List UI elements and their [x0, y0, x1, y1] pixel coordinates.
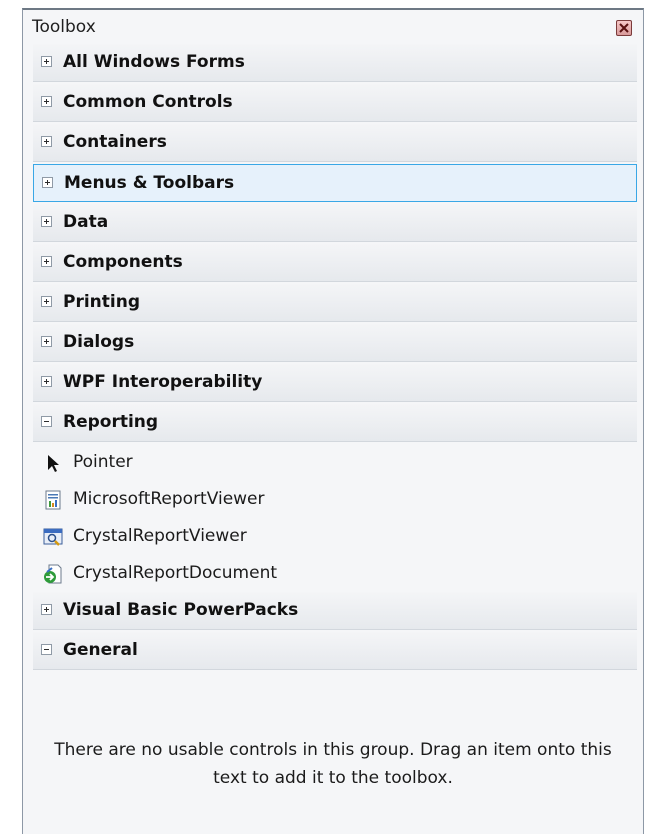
minus-expander-icon[interactable]	[41, 416, 52, 427]
group-label: Visual Basic PowerPacks	[63, 600, 299, 620]
group-label: Components	[63, 252, 183, 272]
plus-expander-icon[interactable]	[41, 136, 52, 147]
toolbox-panel: Toolbox All Windows Forms Common Control…	[22, 8, 644, 834]
group-data[interactable]: Data	[33, 204, 637, 242]
group-wpf-interoperability[interactable]: WPF Interoperability	[33, 364, 637, 402]
tool-item-crystal-report-viewer[interactable]: CrystalReportViewer	[33, 518, 637, 555]
plus-expander-icon[interactable]	[41, 256, 52, 267]
minus-expander-icon[interactable]	[41, 644, 52, 655]
group-label: All Windows Forms	[63, 52, 245, 72]
close-icon	[619, 23, 629, 33]
tool-item-label: CrystalReportDocument	[73, 563, 278, 583]
plus-expander-icon[interactable]	[41, 216, 52, 227]
group-dialogs[interactable]: Dialogs	[33, 324, 637, 362]
group-label: WPF Interoperability	[63, 372, 263, 392]
toolbox-titlebar: Toolbox	[23, 10, 643, 44]
group-label: Reporting	[63, 412, 159, 432]
group-label: General	[63, 640, 138, 660]
tool-item-microsoft-report-viewer[interactable]: MicrosoftReportViewer	[33, 481, 637, 518]
tool-item-crystal-report-document[interactable]: CrystalReportDocument	[33, 555, 637, 592]
tool-item-label: MicrosoftReportViewer	[73, 489, 265, 509]
general-empty-message[interactable]: There are no usable controls in this gro…	[43, 736, 623, 792]
group-label: Common Controls	[63, 92, 233, 112]
group-label: Data	[63, 212, 109, 232]
group-printing[interactable]: Printing	[33, 284, 637, 322]
crystal-report-document-icon	[44, 564, 62, 584]
group-reporting[interactable]: Reporting	[33, 404, 637, 442]
group-common-controls[interactable]: Common Controls	[33, 84, 637, 122]
group-menus-toolbars[interactable]: Menus & Toolbars	[33, 164, 637, 202]
plus-expander-icon[interactable]	[41, 604, 52, 615]
close-button[interactable]	[616, 20, 632, 36]
plus-expander-icon[interactable]	[41, 96, 52, 107]
tool-item-label: Pointer	[73, 452, 133, 472]
plus-expander-icon[interactable]	[41, 376, 52, 387]
group-visual-basic-powerpacks[interactable]: Visual Basic PowerPacks	[33, 592, 637, 630]
crystal-report-viewer-icon	[43, 528, 63, 546]
group-components[interactable]: Components	[33, 244, 637, 282]
plus-expander-icon[interactable]	[41, 296, 52, 307]
toolbox-title: Toolbox	[32, 17, 96, 37]
group-containers[interactable]: Containers	[33, 124, 637, 162]
group-label: Printing	[63, 292, 140, 312]
plus-expander-icon[interactable]	[42, 177, 53, 188]
tool-item-label: CrystalReportViewer	[73, 526, 247, 546]
group-general[interactable]: General	[33, 632, 637, 670]
group-label: Dialogs	[63, 332, 135, 352]
tool-item-pointer[interactable]: Pointer	[33, 444, 637, 481]
pointer-arrow-icon	[48, 455, 59, 472]
group-label: Containers	[63, 132, 167, 152]
group-all-windows-forms[interactable]: All Windows Forms	[33, 44, 637, 82]
report-viewer-icon	[45, 490, 61, 510]
toolbox-group-list: All Windows Forms Common Controls Contai…	[23, 44, 643, 672]
plus-expander-icon[interactable]	[41, 56, 52, 67]
group-label: Menus & Toolbars	[64, 173, 235, 193]
plus-expander-icon[interactable]	[41, 336, 52, 347]
